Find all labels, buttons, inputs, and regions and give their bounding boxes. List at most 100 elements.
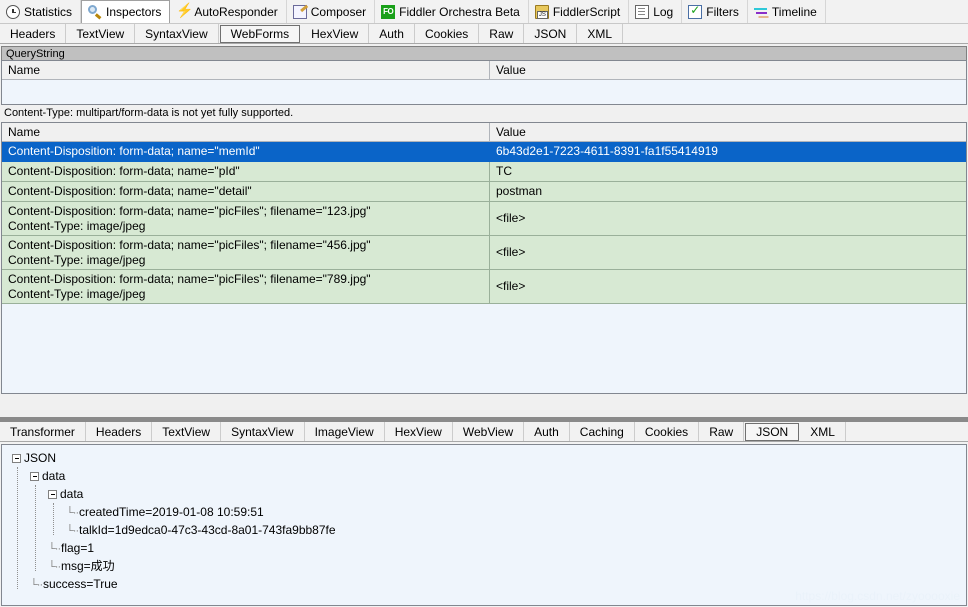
timeline-icon	[753, 5, 768, 19]
tree-node[interactable]: JSON	[2, 449, 966, 467]
tree-node[interactable]: data	[2, 485, 966, 503]
toolbar-tab-label: Filters	[706, 4, 739, 19]
tree-collapse-icon[interactable]	[48, 490, 57, 500]
request-tab-raw[interactable]: Raw	[479, 24, 525, 43]
request-tab-xml[interactable]: XML	[577, 24, 624, 43]
table-row[interactable]: Content-Disposition: form-data; name="pi…	[2, 270, 966, 304]
response-tab-textview[interactable]: TextView	[152, 422, 222, 441]
toolbar-tab-label: Composer	[310, 4, 367, 19]
formdata-name-cell: Content-Disposition: form-data; name="me…	[2, 142, 490, 161]
formdata-value-cell: TC	[496, 164, 512, 178]
toolbar-tab-fiddler-orchestra-beta[interactable]: FO Fiddler Orchestra Beta	[375, 0, 529, 23]
formdata-name-cell: Content-Disposition: form-data; name="pi…	[2, 270, 490, 303]
toolbar-tab-statistics[interactable]: Statistics	[0, 0, 82, 23]
tree-node-label: data	[42, 469, 66, 483]
tree-leaf-connector-icon: └··	[48, 560, 61, 573]
request-tab-webforms[interactable]: WebForms	[219, 25, 301, 43]
toolbar-filler	[826, 0, 968, 23]
toolbar-tab-label: Log	[653, 4, 674, 19]
response-tab-auth[interactable]: Auth	[524, 422, 570, 441]
request-tab-headers[interactable]: Headers	[0, 24, 67, 43]
formdata-name-cell: Content-Disposition: form-data; name="pi…	[2, 202, 490, 235]
querystring-section-header: QueryString	[1, 46, 967, 60]
toolbar-tab-label: FiddlerScript	[552, 4, 621, 19]
tree-guide-line	[35, 485, 36, 571]
tree-node-label: success=True	[43, 577, 118, 591]
request-tab-cookies[interactable]: Cookies	[415, 24, 480, 43]
toolbar-tab-timeline[interactable]: Timeline	[748, 0, 826, 23]
querystring-column-name[interactable]: Name	[2, 61, 490, 79]
toolbar-tab-filters[interactable]: Filters	[682, 0, 748, 23]
multipart-not-supported-note: Content-Type: multipart/form-data is not…	[0, 105, 968, 122]
request-tab-json[interactable]: JSON	[524, 24, 578, 43]
table-row[interactable]: Content-Disposition: form-data; name="pI…	[2, 162, 966, 182]
main-toolbar: Statistics Inspectors AutoResponder Compose…	[0, 0, 968, 24]
response-tab-cookies[interactable]: Cookies	[635, 422, 700, 441]
formdata-grid[interactable]: Name Value Content-Disposition: form-dat…	[1, 122, 967, 394]
tree-leaf-connector-icon: └··	[66, 524, 79, 537]
response-tab-filler	[846, 422, 968, 441]
response-tab-webview[interactable]: WebView	[453, 422, 525, 441]
formdata-column-name[interactable]: Name	[2, 123, 490, 141]
request-tab-filler	[623, 24, 968, 43]
formdata-grid-blank-area	[2, 304, 966, 393]
toolbar-tab-label: Fiddler Orchestra Beta	[399, 4, 520, 19]
tree-leaf-connector-icon: └··	[66, 506, 79, 519]
tree-collapse-icon[interactable]	[30, 472, 39, 482]
querystring-grid[interactable]: Name Value	[1, 60, 967, 105]
table-row[interactable]: Content-Disposition: form-data; name="pi…	[2, 202, 966, 236]
tree-node-label: talkId=1d9edca0-47c3-43cd-8a01-743fa9bb8…	[79, 523, 336, 537]
table-row[interactable]: Content-Disposition: form-data; name="pi…	[2, 236, 966, 270]
tree-node[interactable]: └··flag=1	[2, 539, 966, 557]
request-pane: QueryString Name Value Content-Type: mul…	[0, 45, 968, 417]
toolbar-tab-label: AutoResponder	[194, 4, 278, 19]
tree-node[interactable]: └··msg=成功	[2, 557, 966, 575]
tree-guide-line	[17, 467, 18, 589]
response-tab-syntaxview[interactable]: SyntaxView	[221, 422, 305, 441]
formdata-name-cell: Content-Disposition: form-data; name="de…	[2, 182, 490, 201]
json-tree-view[interactable]: JSON data data └··createdTime=2019-01-08 10…	[1, 444, 967, 606]
tree-collapse-icon[interactable]	[12, 454, 21, 464]
tree-node[interactable]: data	[2, 467, 966, 485]
table-row[interactable]: Content-Disposition: form-data; name="me…	[2, 142, 966, 162]
tree-node-label: flag=1	[61, 541, 95, 555]
tree-node-label: createdTime=2019-01-08 10:59:51	[79, 505, 264, 519]
request-tab-auth[interactable]: Auth	[369, 24, 415, 43]
formdata-column-value[interactable]: Value	[490, 123, 966, 141]
formdata-value-cell: <file>	[496, 245, 526, 259]
toolbar-tab-fiddlerscript[interactable]: FiddlerScript	[529, 0, 630, 23]
magnifier-icon	[88, 5, 102, 19]
response-tab-headers[interactable]: Headers	[86, 422, 153, 441]
response-tab-raw[interactable]: Raw	[699, 422, 745, 441]
formdata-value-cell: postman	[496, 184, 543, 198]
response-tab-hexview[interactable]: HexView	[385, 422, 453, 441]
response-tab-json[interactable]: JSON	[745, 423, 800, 441]
clock-icon	[6, 4, 20, 19]
toolbar-tab-composer[interactable]: Composer	[287, 0, 376, 23]
toolbar-tab-label: Timeline	[771, 4, 817, 19]
toolbar-tab-autoresponder[interactable]: AutoResponder	[170, 0, 287, 23]
tree-node-label: JSON	[24, 451, 57, 465]
tree-node[interactable]: └··createdTime=2019-01-08 10:59:51	[2, 503, 966, 521]
response-tab-imageview[interactable]: ImageView	[305, 422, 385, 441]
formdata-name-cell: Content-Disposition: form-data; name="pi…	[2, 236, 490, 269]
request-inspector-tabs: Headers TextView SyntaxView WebForms HexView…	[0, 24, 968, 44]
response-tab-caching[interactable]: Caching	[570, 422, 635, 441]
toolbar-tab-label: Inspectors	[106, 5, 162, 19]
toolbar-tab-log[interactable]: Log	[629, 0, 683, 23]
request-tab-syntaxview[interactable]: SyntaxView	[135, 24, 219, 43]
request-tab-hexview[interactable]: HexView	[301, 24, 370, 43]
request-tab-textview[interactable]: TextView	[66, 24, 136, 43]
toolbar-tab-inspectors[interactable]: Inspectors	[81, 0, 171, 23]
querystring-column-value[interactable]: Value	[490, 61, 966, 79]
tree-guide-line	[53, 503, 54, 535]
tree-leaf-connector-icon: └··	[30, 578, 43, 591]
response-tab-transformer[interactable]: Transformer	[0, 422, 86, 441]
script-icon	[534, 4, 549, 19]
response-tab-xml[interactable]: XML	[800, 422, 846, 441]
lightning-bolt-icon	[176, 2, 193, 19]
table-row[interactable]: Content-Disposition: form-data; name="de…	[2, 182, 966, 202]
formdata-value-cell: 6b43d2e1-7223-4611-8391-fa1f55414919	[496, 144, 718, 158]
formdata-value-cell: <file>	[496, 211, 526, 225]
tree-node[interactable]: └··talkId=1d9edca0-47c3-43cd-8a01-743fa9…	[2, 521, 966, 539]
